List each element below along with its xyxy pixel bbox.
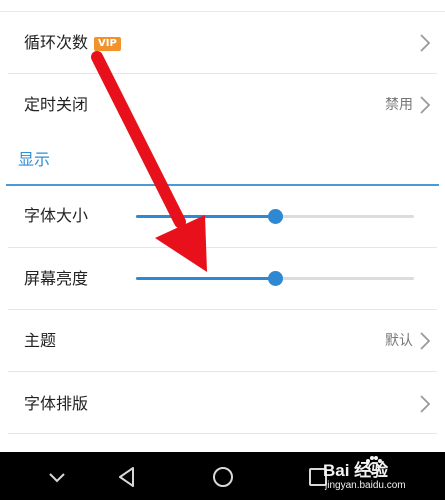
chevron-down-icon[interactable] — [44, 464, 70, 490]
chevron-right-icon — [420, 395, 431, 413]
row-loop-count[interactable]: 循环次数 VIP — [0, 12, 445, 74]
chevron-right-icon — [420, 332, 431, 350]
row-theme[interactable]: 主题 默认 — [0, 310, 445, 372]
settings-list: 循环次数 VIP 定时关闭 禁用 显示 字体大小 屏幕亮度 主题 默认 字体排版 — [0, 0, 445, 452]
timer-close-value: 禁用 — [385, 97, 413, 113]
watermark-brand: Bai 经验 — [323, 461, 389, 480]
font-size-label: 字体大小 — [24, 206, 89, 225]
chevron-right-icon — [420, 34, 431, 52]
theme-value: 默认 — [385, 333, 413, 349]
font-size-slider[interactable] — [136, 208, 414, 224]
vip-badge: VIP — [94, 37, 121, 51]
baidu-jingyan-watermark: Bai 经验 jingyan.baidu.com — [315, 456, 435, 496]
slider-thumb[interactable] — [268, 209, 283, 224]
row-brightness: 屏幕亮度 — [0, 248, 445, 310]
brightness-slider[interactable] — [136, 270, 414, 286]
home-circle-icon[interactable] — [210, 464, 236, 490]
display-section-title: 显示 — [18, 150, 51, 169]
back-triangle-icon[interactable] — [114, 464, 140, 490]
top-divider — [0, 0, 445, 12]
slider-fill — [136, 277, 275, 280]
typesetting-label: 字体排版 — [24, 394, 89, 413]
timer-close-label: 定时关闭 — [24, 95, 89, 114]
divider — [8, 433, 437, 434]
watermark-url: jingyan.baidu.com — [325, 480, 406, 491]
row-font-size: 字体大小 — [0, 186, 445, 248]
loop-count-label: 循环次数 VIP — [24, 33, 121, 53]
slider-thumb[interactable] — [268, 271, 283, 286]
chevron-right-icon — [420, 96, 431, 114]
row-timer-close[interactable]: 定时关闭 禁用 — [0, 74, 445, 136]
slider-fill — [136, 215, 275, 218]
row-typesetting[interactable]: 字体排版 — [0, 372, 445, 434]
theme-label: 主题 — [24, 331, 57, 350]
brightness-label: 屏幕亮度 — [24, 269, 89, 288]
